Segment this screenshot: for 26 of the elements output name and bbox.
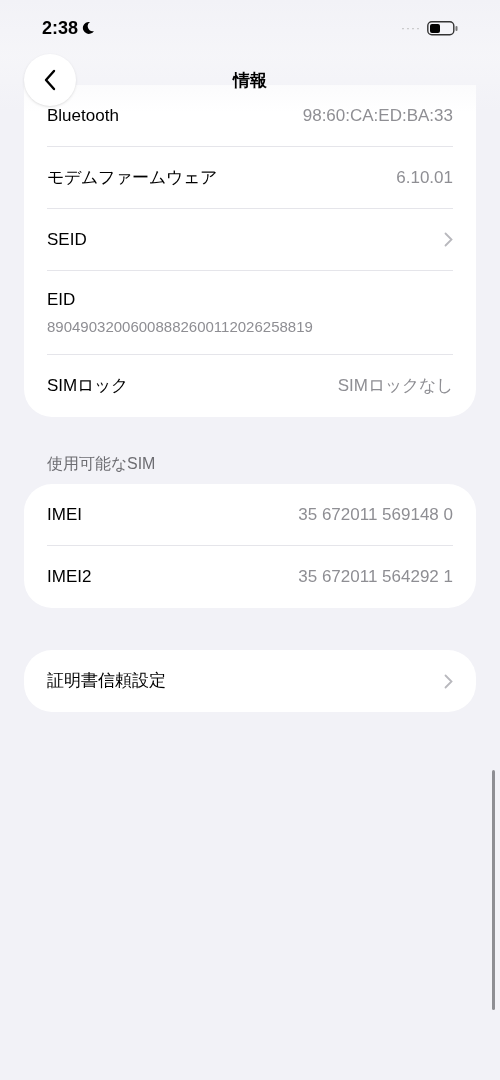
chevron-icon — [444, 673, 453, 689]
row-label: IMEI — [47, 503, 82, 526]
back-button[interactable] — [24, 54, 76, 106]
settings-row[interactable]: SEID — [47, 209, 453, 271]
page-title: 情報 — [231, 70, 268, 92]
battery-icon — [427, 20, 458, 36]
moon-icon — [81, 21, 96, 35]
signal-dots: ···· — [401, 20, 421, 37]
row-label: SIMロック — [47, 375, 129, 398]
status-time: 2:38 — [42, 16, 79, 40]
row-value: 35 672011 569148 0 — [298, 503, 453, 526]
row-label: Bluetooth — [47, 104, 119, 127]
row-label: IMEI2 — [47, 566, 92, 589]
row-label: モデムファームウェア — [47, 166, 217, 189]
row-value: 89049032006008882600112026258819 — [47, 317, 314, 337]
back-chevron-icon — [43, 69, 57, 91]
section-header: 使用可能なSIM — [46, 454, 157, 474]
row-value: 98:60:CA:ED:BA:33 — [302, 104, 453, 127]
row-label: SEID — [47, 228, 87, 251]
row-value: 6.10.01 — [396, 166, 453, 189]
row-label: 証明書信頼設定 — [47, 670, 166, 693]
row-label: EID — [47, 288, 77, 311]
row-value: SIMロックなし — [337, 375, 453, 398]
chevron-icon — [444, 232, 453, 247]
settings-row[interactable]: 証明書信頼設定 — [47, 650, 453, 712]
row-value: 35 672011 564292 1 — [298, 566, 453, 589]
